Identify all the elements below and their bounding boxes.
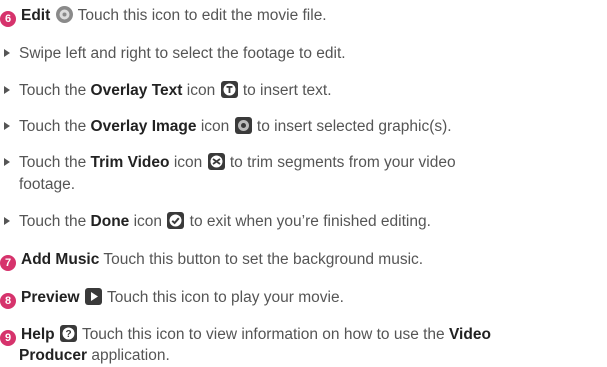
add-music-item: 7 Add Music Touch this button to set the …: [0, 250, 423, 271]
bullet-mid: icon: [186, 82, 216, 99]
bullet-overlay-image: Touch the Overlay Image icon to insert s…: [0, 117, 452, 137]
film-edit-icon: [55, 6, 73, 23]
overlay-image-title: Overlay Image: [90, 118, 197, 135]
bullet-lead: Touch the: [19, 82, 87, 99]
help-description: Touch this icon to view information on h…: [81, 326, 445, 343]
text-t-icon: [220, 81, 238, 98]
manual-page: 6 Edit Touch this icon to edit the movie …: [0, 0, 607, 367]
svg-text:?: ?: [65, 329, 71, 340]
bullet-arrow: [4, 86, 10, 94]
step-number-badge: 7: [0, 255, 16, 271]
image-overlay-icon: [234, 117, 252, 134]
bullet-arrow: [4, 122, 10, 130]
help-item: 9 Help ? Touch this icon to view informat…: [0, 325, 491, 346]
bullet-lead: Touch the: [19, 118, 87, 135]
help-producer-title: Producer: [19, 347, 88, 364]
preview-title: Preview: [21, 289, 80, 306]
help-question-icon: ?: [59, 325, 77, 342]
bullet-arrow: [4, 49, 10, 57]
help-video-title: Video: [448, 326, 491, 343]
edit-title: Edit: [21, 7, 51, 24]
done-title: Done: [90, 213, 130, 230]
preview-description: Touch this icon to play your movie.: [106, 289, 344, 306]
play-icon: [84, 288, 102, 305]
checkmark-icon: [167, 212, 185, 229]
add-music-description: Touch this button to set the background …: [103, 251, 424, 268]
bullet-arrow: [4, 217, 10, 225]
add-music-title: Add Music: [21, 251, 100, 268]
bullet-text: to exit when you’re finished editing.: [189, 213, 431, 230]
bullet-mid: icon: [133, 213, 163, 230]
trim-scissors-icon: [207, 153, 225, 170]
trim-video-title: Trim Video: [90, 154, 170, 171]
bullet-text: to insert text.: [242, 82, 332, 99]
bullet-swipe: Swipe left and right to select the foota…: [0, 44, 346, 64]
help-continuation: Producer application.: [19, 346, 170, 366]
edit-item: 6 Edit Touch this icon to edit the movie …: [0, 6, 327, 27]
bullet-mid: icon: [200, 118, 230, 135]
help-continuation-text: application.: [91, 347, 170, 364]
bullet-lead: Touch the: [19, 213, 87, 230]
preview-item: 8 Preview Touch this icon to play your mo…: [0, 288, 344, 309]
bullet-lead: Touch the: [19, 154, 87, 171]
step-number-badge: 9: [0, 330, 16, 346]
edit-description: Touch this icon to edit the movie file.: [77, 7, 327, 24]
bullet-done: Touch the Done icon to exit when you’re …: [0, 212, 431, 232]
step-number-badge: 6: [0, 11, 16, 27]
step-number-badge: 8: [0, 293, 16, 309]
bullet-mid: icon: [173, 154, 203, 171]
overlay-text-title: Overlay Text: [90, 82, 183, 99]
bullet-arrow: [4, 158, 10, 166]
bullet-text: to insert selected graphic(s).: [256, 118, 452, 135]
bullet-text: to trim segments from your video: [229, 154, 456, 171]
bullet-trim-video: Touch the Trim Video icon to trim segmen…: [0, 153, 456, 173]
bullet-overlay-text: Touch the Overlay Text icon to insert te…: [0, 81, 332, 101]
bullet-swipe-text: Swipe left and right to select the foota…: [19, 45, 346, 62]
help-title: Help: [21, 326, 55, 343]
bullet-trim-continuation: footage.: [19, 176, 76, 193]
